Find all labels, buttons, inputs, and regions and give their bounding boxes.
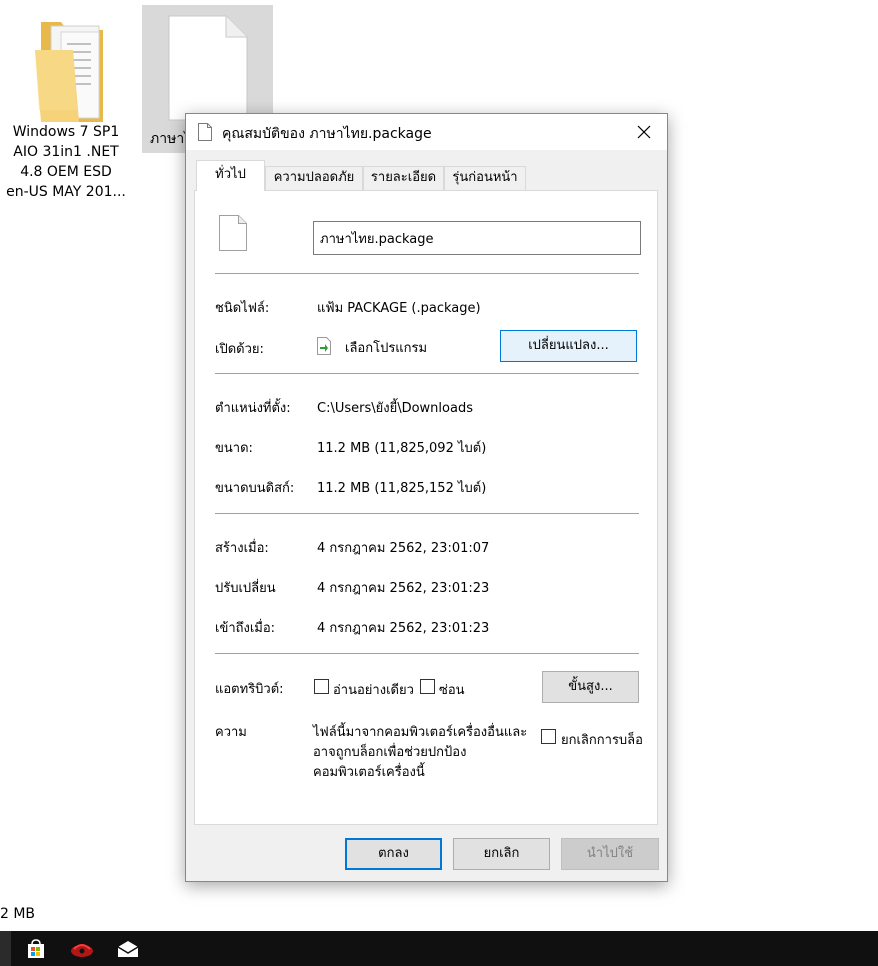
type-label: ชนิดไฟล์: [215, 301, 270, 316]
hidden-checkbox[interactable] [420, 679, 435, 694]
title-bar[interactable]: คุณสมบัติของ ภาษาไทย.package [186, 114, 667, 150]
created-label: สร้างเมื่อ: [215, 541, 269, 556]
accessed-label: เข้าถึงเมื่อ: [215, 621, 276, 636]
created-value: 4 กรกฎาคม 2562, 23:01:07 [317, 541, 490, 556]
tab-security[interactable]: ความปลอดภัย [265, 166, 363, 190]
status-size-text: 2 MB [0, 906, 36, 922]
modified-label: ปรับเปลี่ยน [215, 581, 276, 596]
disk-size-value: 11.2 MB (11,825,152 ไบต์) [317, 481, 487, 496]
general-panel: ชนิดไฟล์: แฟ้ม PACKAGE (.package) เปิดด้… [194, 190, 658, 825]
store-icon [28, 938, 44, 958]
store-button[interactable] [13, 931, 59, 966]
ok-button[interactable]: ตกลง [345, 838, 442, 870]
file-type-icon [219, 215, 247, 251]
file-name-input[interactable] [313, 221, 641, 255]
readonly-checkbox[interactable] [314, 679, 329, 694]
location-label: ตำแหน่งที่ตั้ง: [215, 401, 291, 416]
separator [215, 513, 639, 514]
mail-button[interactable] [105, 931, 151, 966]
close-icon [637, 125, 651, 139]
red-app-icon [71, 943, 93, 957]
app-button[interactable] [59, 931, 105, 966]
separator [215, 653, 639, 654]
folder-label-line-2: AIO 31in1 .NET [13, 144, 119, 160]
hidden-label: ซ่อน [439, 683, 465, 698]
properties-dialog: คุณสมบัติของ ภาษาไทย.package ทั่วไป ความ… [185, 113, 668, 882]
tab-details[interactable]: รายละเอียด [363, 166, 444, 190]
blank-file-icon [168, 15, 248, 121]
attributes-label: แอตทริบิวต์: [215, 682, 284, 697]
folder-label-line-1: Windows 7 SP1 [12, 124, 120, 140]
location-value: C:\Users\ยังยี้\Downloads [317, 401, 473, 416]
separator [215, 373, 639, 374]
size-label: ขนาด: [215, 441, 253, 456]
close-button[interactable] [621, 114, 667, 150]
folder-label-line-3: 4.8 OEM ESD [20, 164, 112, 180]
taskbar-edge [0, 931, 11, 966]
tab-previous-versions[interactable]: รุ่นก่อนหน้า [444, 166, 526, 190]
unblock-checkbox[interactable] [541, 729, 556, 744]
disk-size-label: ขนาดบนดิสก์: [215, 481, 295, 496]
open-with-app-icon [317, 337, 331, 355]
advanced-button[interactable]: ขั้นสูง... [542, 671, 639, 703]
security-text-line-2: อาจถูกบล็อกเพื่อช่วยปกป้อง [313, 745, 467, 760]
type-value: แฟ้ม PACKAGE (.package) [317, 301, 481, 316]
dialog-title: คุณสมบัติของ ภาษาไทย.package [222, 126, 432, 142]
accessed-value: 4 กรกฎาคม 2562, 23:01:23 [317, 621, 490, 636]
size-value: 11.2 MB (11,825,092 ไบต์) [317, 441, 487, 456]
open-with-label: เปิดด้วย: [215, 342, 264, 357]
apply-button[interactable]: นำไปใช้ [561, 838, 659, 870]
folder-icon [35, 22, 103, 122]
mail-icon [117, 940, 139, 957]
security-text-line-1: ไฟล์นี้มาจากคอมพิวเตอร์เครื่องอื่นและ [313, 725, 528, 740]
modified-value: 4 กรกฎาคม 2562, 23:01:23 [317, 581, 490, 596]
security-text-line-3: คอมพิวเตอร์เครื่องนี้ [313, 765, 425, 780]
separator [215, 273, 639, 274]
cancel-button[interactable]: ยกเลิก [453, 838, 550, 870]
change-button[interactable]: เปลี่ยนแปลง... [500, 330, 637, 362]
taskbar [0, 931, 878, 966]
file-icon [198, 123, 212, 141]
open-with-value: เลือกโปรแกรม [345, 341, 428, 356]
tab-general[interactable]: ทั่วไป [196, 160, 265, 191]
folder-label-line-4: en-US MAY 201... [6, 184, 126, 200]
unblock-label: ยกเลิกการบล็อ [561, 733, 643, 748]
security-label: ความ [215, 725, 247, 740]
desktop-folder-icon-item[interactable]: Windows 7 SP1 AIO 31in1 .NET 4.8 OEM ESD… [4, 10, 128, 202]
readonly-label: อ่านอย่างเดียว [333, 683, 414, 698]
